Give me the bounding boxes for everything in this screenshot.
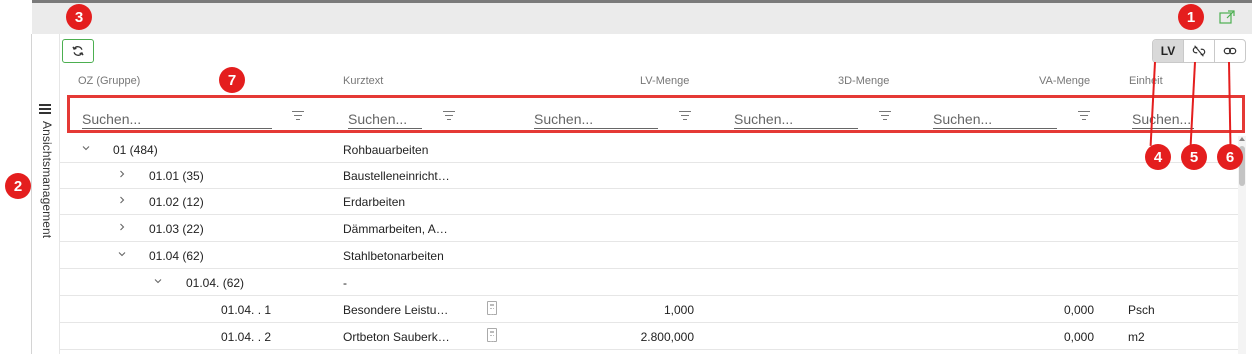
- cell-oz: 01.02 (12): [149, 195, 204, 209]
- cell-kurztext: -: [343, 276, 347, 290]
- cell-oz: 01.04 (62): [149, 249, 204, 263]
- cell-lv-menge: 2.800,000: [640, 330, 694, 344]
- cell-kurztext: Erdarbeiten: [343, 195, 406, 209]
- top-bar: [0, 0, 1252, 34]
- cell-oz: 01.01 (35): [149, 169, 204, 183]
- unlink-button[interactable]: [1184, 40, 1215, 62]
- filter-row-highlight: [67, 95, 1245, 133]
- column-header-va-menge[interactable]: VA-Menge: [1039, 75, 1090, 87]
- table-row[interactable]: 01.01 (35) Baustelleneinricht…: [60, 162, 1238, 189]
- cell-kurztext: Stahlbetonarbeiten: [343, 249, 444, 263]
- column-header-3d-menge[interactable]: 3D-Menge: [838, 75, 889, 87]
- table-row[interactable]: 01.04. . 2 Ortbeton Sauberk… 2.800,000 0…: [60, 323, 1238, 350]
- top-left-blank: [0, 0, 32, 34]
- link-button[interactable]: [1215, 40, 1245, 62]
- column-header-lv-menge[interactable]: LV-Menge: [640, 75, 689, 87]
- calculator-icon[interactable]: [487, 328, 497, 342]
- table-row[interactable]: 01 (484) Rohbauarbeiten: [60, 136, 1238, 163]
- refresh-button[interactable]: [62, 39, 94, 63]
- cell-oz: 01 (484): [113, 143, 158, 157]
- chevron-right-icon[interactable]: [118, 196, 126, 204]
- column-header-einheit[interactable]: Einheit: [1129, 75, 1163, 87]
- column-header-oz[interactable]: OZ (Gruppe): [78, 75, 140, 87]
- annotation-badge-1: 1: [1178, 4, 1204, 30]
- view-mode-toggle[interactable]: LV: [1152, 39, 1246, 63]
- calculator-icon[interactable]: [487, 301, 497, 315]
- cell-einheit: Psch: [1128, 303, 1155, 317]
- table-row[interactable]: 01.04. (62) -: [60, 269, 1238, 296]
- table-row[interactable]: 01.04. . 1 Besondere Leistu… 1,000 0,000…: [60, 296, 1238, 323]
- annotation-badge-2: 2: [5, 173, 31, 199]
- cell-va-menge: 0,000: [1063, 303, 1094, 317]
- external-window-icon[interactable]: [1219, 10, 1235, 24]
- cell-kurztext: Ortbeton Sauberk…: [343, 330, 450, 344]
- hamburger-icon[interactable]: [39, 104, 51, 114]
- chevron-down-icon[interactable]: [118, 250, 126, 258]
- annotation-badge-3: 3: [66, 4, 92, 30]
- cell-kurztext: Dämmarbeiten, A…: [343, 222, 448, 236]
- cell-va-menge: 0,000: [1063, 330, 1094, 344]
- unlink-icon: [1192, 45, 1206, 57]
- cell-oz: 01.03 (22): [149, 222, 204, 236]
- cell-einheit: m2: [1128, 330, 1145, 344]
- annotation-badge-4: 4: [1145, 144, 1171, 170]
- annotation-badge-5: 5: [1181, 144, 1207, 170]
- cell-lv-menge: 1,000: [663, 303, 694, 317]
- table-row[interactable]: 01.02 (12) Erdarbeiten: [60, 188, 1238, 215]
- lv-mode-button[interactable]: LV: [1153, 40, 1184, 62]
- table-row[interactable]: 01.04 (62) Stahlbetonarbeiten: [60, 242, 1238, 269]
- refresh-icon: [72, 46, 84, 56]
- scroll-up-arrow[interactable]: [1239, 137, 1245, 141]
- cell-oz: 01.04. . 2: [221, 330, 272, 344]
- cell-kurztext: Rohbauarbeiten: [343, 143, 429, 157]
- column-header-kurztext[interactable]: Kurztext: [343, 75, 383, 87]
- cell-kurztext: Besondere Leistu…: [343, 303, 449, 317]
- chevron-right-icon[interactable]: [118, 223, 126, 231]
- chevron-down-icon[interactable]: [82, 144, 90, 152]
- view-management-label[interactable]: Ansichtsmanagement: [40, 121, 54, 238]
- cell-oz: 01.04. (62): [186, 276, 245, 290]
- table-row[interactable]: 01.03 (22) Dämmarbeiten, A…: [60, 215, 1238, 242]
- chevron-right-icon[interactable]: [118, 170, 126, 178]
- cell-oz: 01.04. . 1: [221, 303, 272, 317]
- cell-kurztext: Baustelleneinricht…: [343, 169, 450, 183]
- link-icon: [1223, 47, 1237, 55]
- annotation-badge-6: 6: [1217, 144, 1243, 170]
- annotation-badge-7: 7: [219, 67, 245, 93]
- chevron-down-icon[interactable]: [154, 277, 162, 285]
